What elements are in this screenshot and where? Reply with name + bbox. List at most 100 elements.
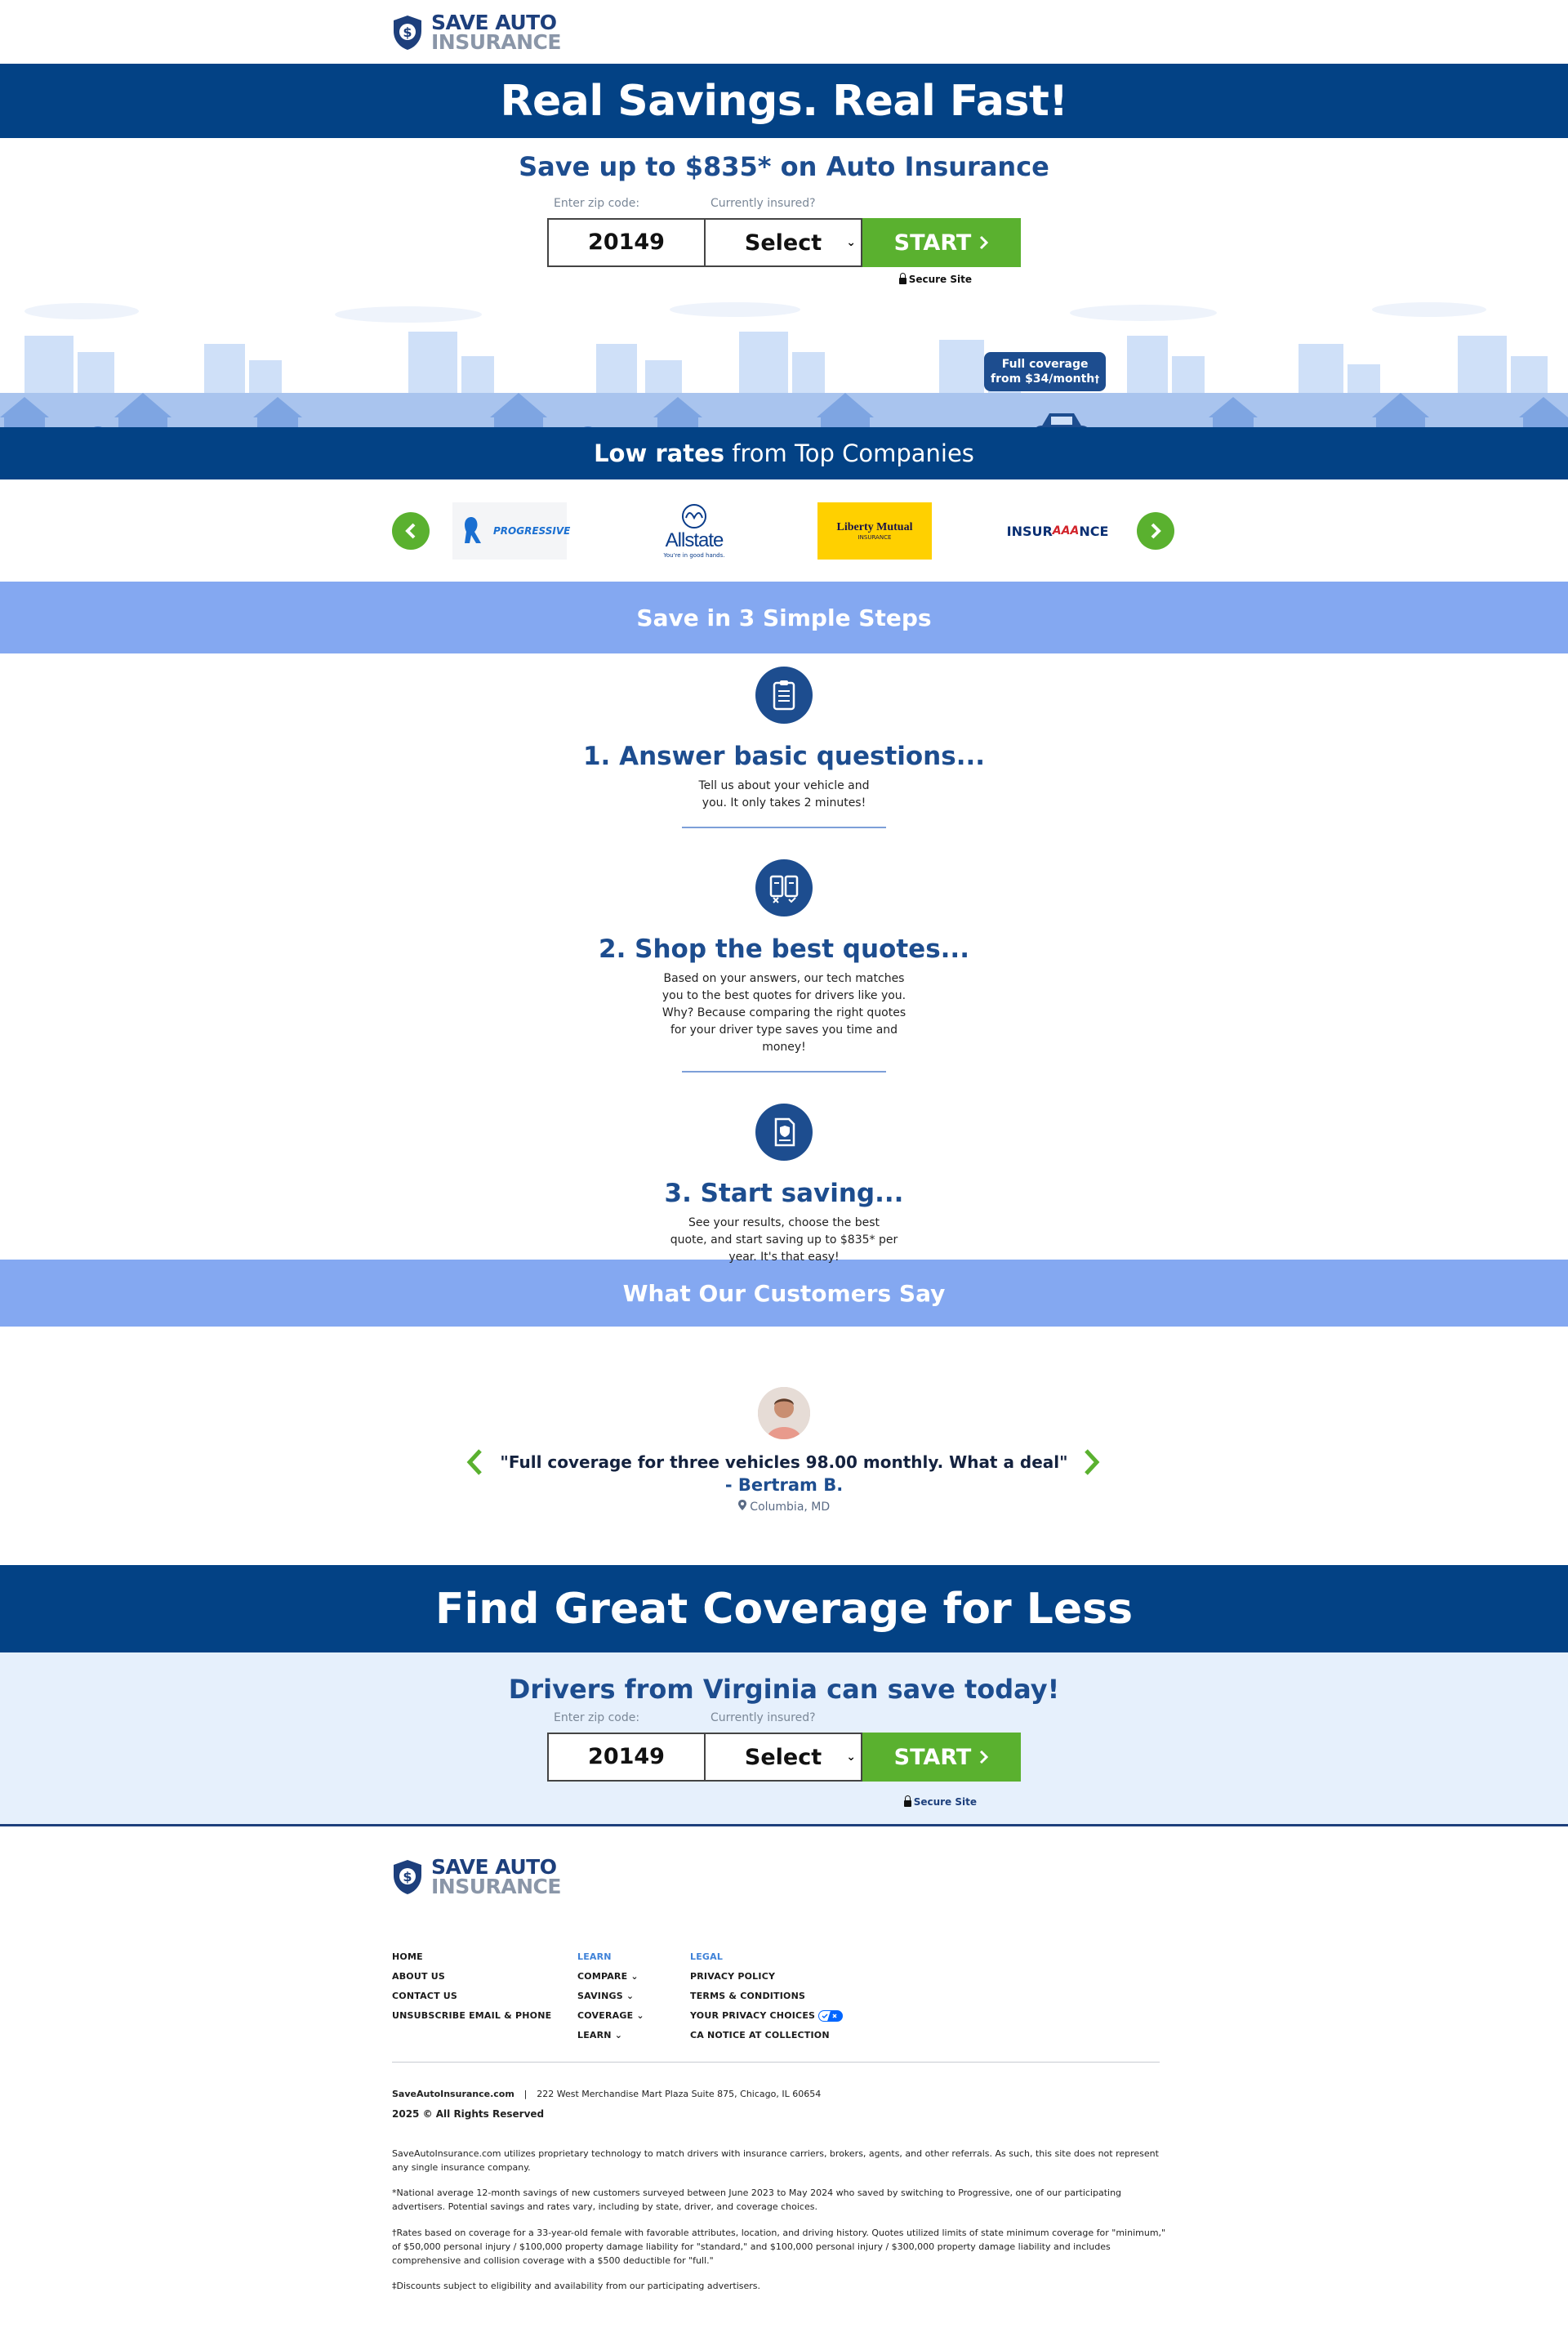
carrier-liberty-mutual: Liberty Mutual INSURANCE [817, 502, 932, 560]
disclaimer-3: †Rates based on coverage for a 33-year-o… [392, 2228, 1166, 2266]
carrier-aaa: INSUR AAA NCE [1000, 502, 1115, 560]
insured-select[interactable]: Select ⌄ [704, 1733, 862, 1782]
cta-banner: Find Great Coverage for Less [0, 1565, 1568, 1652]
start-button[interactable]: START [862, 1733, 1021, 1782]
carrier-carousel: PROGRESSIVE Allstate You're in good hand… [0, 479, 1568, 582]
footer-link-privacy-choices[interactable]: YOUR PRIVACY CHOICES [690, 2006, 844, 2026]
footer-link-contact[interactable]: CONTACT US [392, 1987, 551, 2006]
testimonial-next-button[interactable] [1083, 1447, 1101, 1485]
footer-col-company: HOME ABOUT US CONTACT US UNSUBSCRIBE EMA… [392, 1947, 551, 2026]
chevron-down-icon: ⌄ [846, 236, 856, 249]
lock-icon [898, 272, 906, 284]
footer-link-savings[interactable]: SAVINGS ⌄ [577, 1987, 644, 2006]
aaa-mid: AAA [1052, 524, 1080, 537]
carrier-progressive: PROGRESSIVE [452, 502, 571, 560]
location-text: Columbia, MD [750, 1501, 831, 1514]
carousel-next-button[interactable] [1137, 512, 1174, 550]
hero-subtitle: Save up to $835* on Auto Insurance [519, 151, 1049, 182]
step-1-text: Tell us about your vehicle and you. It o… [698, 779, 870, 809]
testimonial-location: Columbia, MD [0, 1500, 1568, 1514]
footer-link-coverage[interactable]: COVERAGE ⌄ [577, 2006, 644, 2026]
step-3: 3. Start saving... See your results, cho… [0, 1104, 1568, 1266]
footer-link-ca-notice[interactable]: CA NOTICE AT COLLECTION [690, 2026, 843, 2045]
zip-input[interactable]: 20149 [547, 1733, 704, 1782]
footer-link-home[interactable]: HOME [392, 1947, 551, 1967]
secure-site: Secure Site [898, 272, 972, 285]
steps-banner: Save in 3 Simple Steps [0, 582, 1568, 653]
step-1: 1. Answer basic questions... Tell us abo… [0, 667, 1568, 828]
bubble-line1: Full coverage [1001, 358, 1089, 371]
start-label: START [893, 230, 972, 256]
footer-learn-heading: LEARN [577, 1951, 612, 1962]
footer-col-legal: LEGAL PRIVACY POLICY TERMS & CONDITIONS … [690, 1947, 844, 2045]
quote-form-2: Enter zip code: Currently insured? 20149… [547, 1705, 1021, 1827]
rates-rest: from Top Companies [724, 439, 974, 467]
insured-select-value: Select [744, 230, 822, 256]
footer-address: 222 West Merchandise Mart Plaza Suite 87… [537, 2089, 822, 2099]
chevron-right-icon [980, 1750, 989, 1764]
chevron-right-icon [1085, 1449, 1100, 1475]
shield-dollar-icon: $ [394, 16, 421, 50]
step-2-text: Based on your answers, our tech matches … [662, 972, 906, 1054]
lock-icon [903, 1795, 911, 1807]
map-pin-icon [737, 1500, 746, 1510]
quote-form: Enter zip code: Currently insured? 20149… [547, 182, 1021, 297]
footer-address-line: SaveAutoInsurance.com | 222 West Merchan… [392, 2089, 822, 2099]
footer-link-unsubscribe[interactable]: UNSUBSCRIBE EMAIL & PHONE [392, 2006, 551, 2026]
avatar [758, 1387, 810, 1439]
coverage-bubble: Full coverage from $34/month† [984, 352, 1107, 391]
secure-label: Secure Site [913, 1796, 977, 1808]
testimonial-author: - Bertram B. [724, 1475, 844, 1495]
start-button[interactable]: START [862, 218, 1021, 267]
footer-link-compare[interactable]: COMPARE ⌄ [577, 1967, 644, 1987]
privacy-toggle-icon [818, 2010, 844, 2022]
policy-document-icon [755, 1104, 813, 1161]
secure-label: Secure Site [908, 274, 972, 285]
site-logo[interactable]: $ SAVE AUTO INSURANCE [392, 12, 561, 54]
aaa-pre: INSUR [1006, 523, 1053, 539]
divider [682, 1071, 886, 1073]
step-2: 2. Shop the best quotes... Based on your… [0, 859, 1568, 1073]
progressive-label: PROGRESSIVE [493, 525, 571, 537]
carousel-prev-button[interactable] [392, 512, 430, 550]
testimonials-banner: What Our Customers Say [0, 1260, 1568, 1327]
top-bar: $ SAVE AUTO INSURANCE [0, 0, 1568, 64]
zip-label: Enter zip code: [554, 1711, 640, 1724]
insured-select[interactable]: Select ⌄ [704, 218, 862, 267]
allstate-hands-icon [682, 504, 706, 528]
chevron-left-icon [405, 523, 416, 539]
cta-form-section: Drivers from Virginia can save today! En… [0, 1652, 1568, 1826]
clipboard-icon [755, 667, 813, 724]
secure-site: Secure Site [903, 1795, 977, 1808]
zip-label: Enter zip code: [554, 197, 640, 210]
footer-logo[interactable]: $ SAVE AUTO INSURANCE [392, 1857, 561, 1897]
footer-link-terms[interactable]: TERMS & CONDITIONS [690, 1987, 843, 2006]
chevron-right-icon [980, 235, 989, 250]
allstate-label: Allstate [665, 529, 724, 551]
footer-site: SaveAutoInsurance.com [392, 2089, 514, 2099]
footer-link-privacy[interactable]: PRIVACY POLICY [690, 1967, 843, 1987]
liberty-label: Liberty Mutual [836, 521, 913, 533]
footer-divider [392, 2062, 1160, 2063]
insured-label: Currently insured? [710, 1711, 816, 1724]
logo-line2: INSURANCE [431, 30, 561, 54]
footer-link-learn[interactable]: LEARN ⌄ [577, 2026, 644, 2045]
testimonial-quote: "Full coverage for three vehicles 98.00 … [500, 1452, 1068, 1472]
footer-copyright: 2025 © All Rights Reserved [392, 2108, 545, 2120]
compare-quotes-icon [755, 859, 813, 916]
zip-input[interactable]: 20149 [547, 218, 704, 267]
insured-label: Currently insured? [710, 197, 816, 210]
footer-link-about[interactable]: ABOUT US [392, 1967, 551, 1987]
step-1-title: 1. Answer basic questions... [582, 742, 986, 771]
disclaimer-1: SaveAutoInsurance.com utilizes proprieta… [392, 2148, 1159, 2173]
allstate-tagline: You're in good hands. [663, 552, 725, 559]
divider [682, 827, 886, 828]
liberty-sub: INSURANCE [858, 534, 892, 541]
cta-subtitle: Drivers from Virginia can save today! [508, 1674, 1060, 1705]
chevron-right-icon [1151, 523, 1161, 539]
bubble-line2: from $34/month [991, 372, 1095, 386]
hero-title: Real Savings. Real Fast! [500, 76, 1068, 126]
steps-section: 1. Answer basic questions... Tell us abo… [0, 653, 1568, 1264]
svg-text:$: $ [403, 25, 412, 40]
logo-line2: INSURANCE [431, 1875, 561, 1898]
